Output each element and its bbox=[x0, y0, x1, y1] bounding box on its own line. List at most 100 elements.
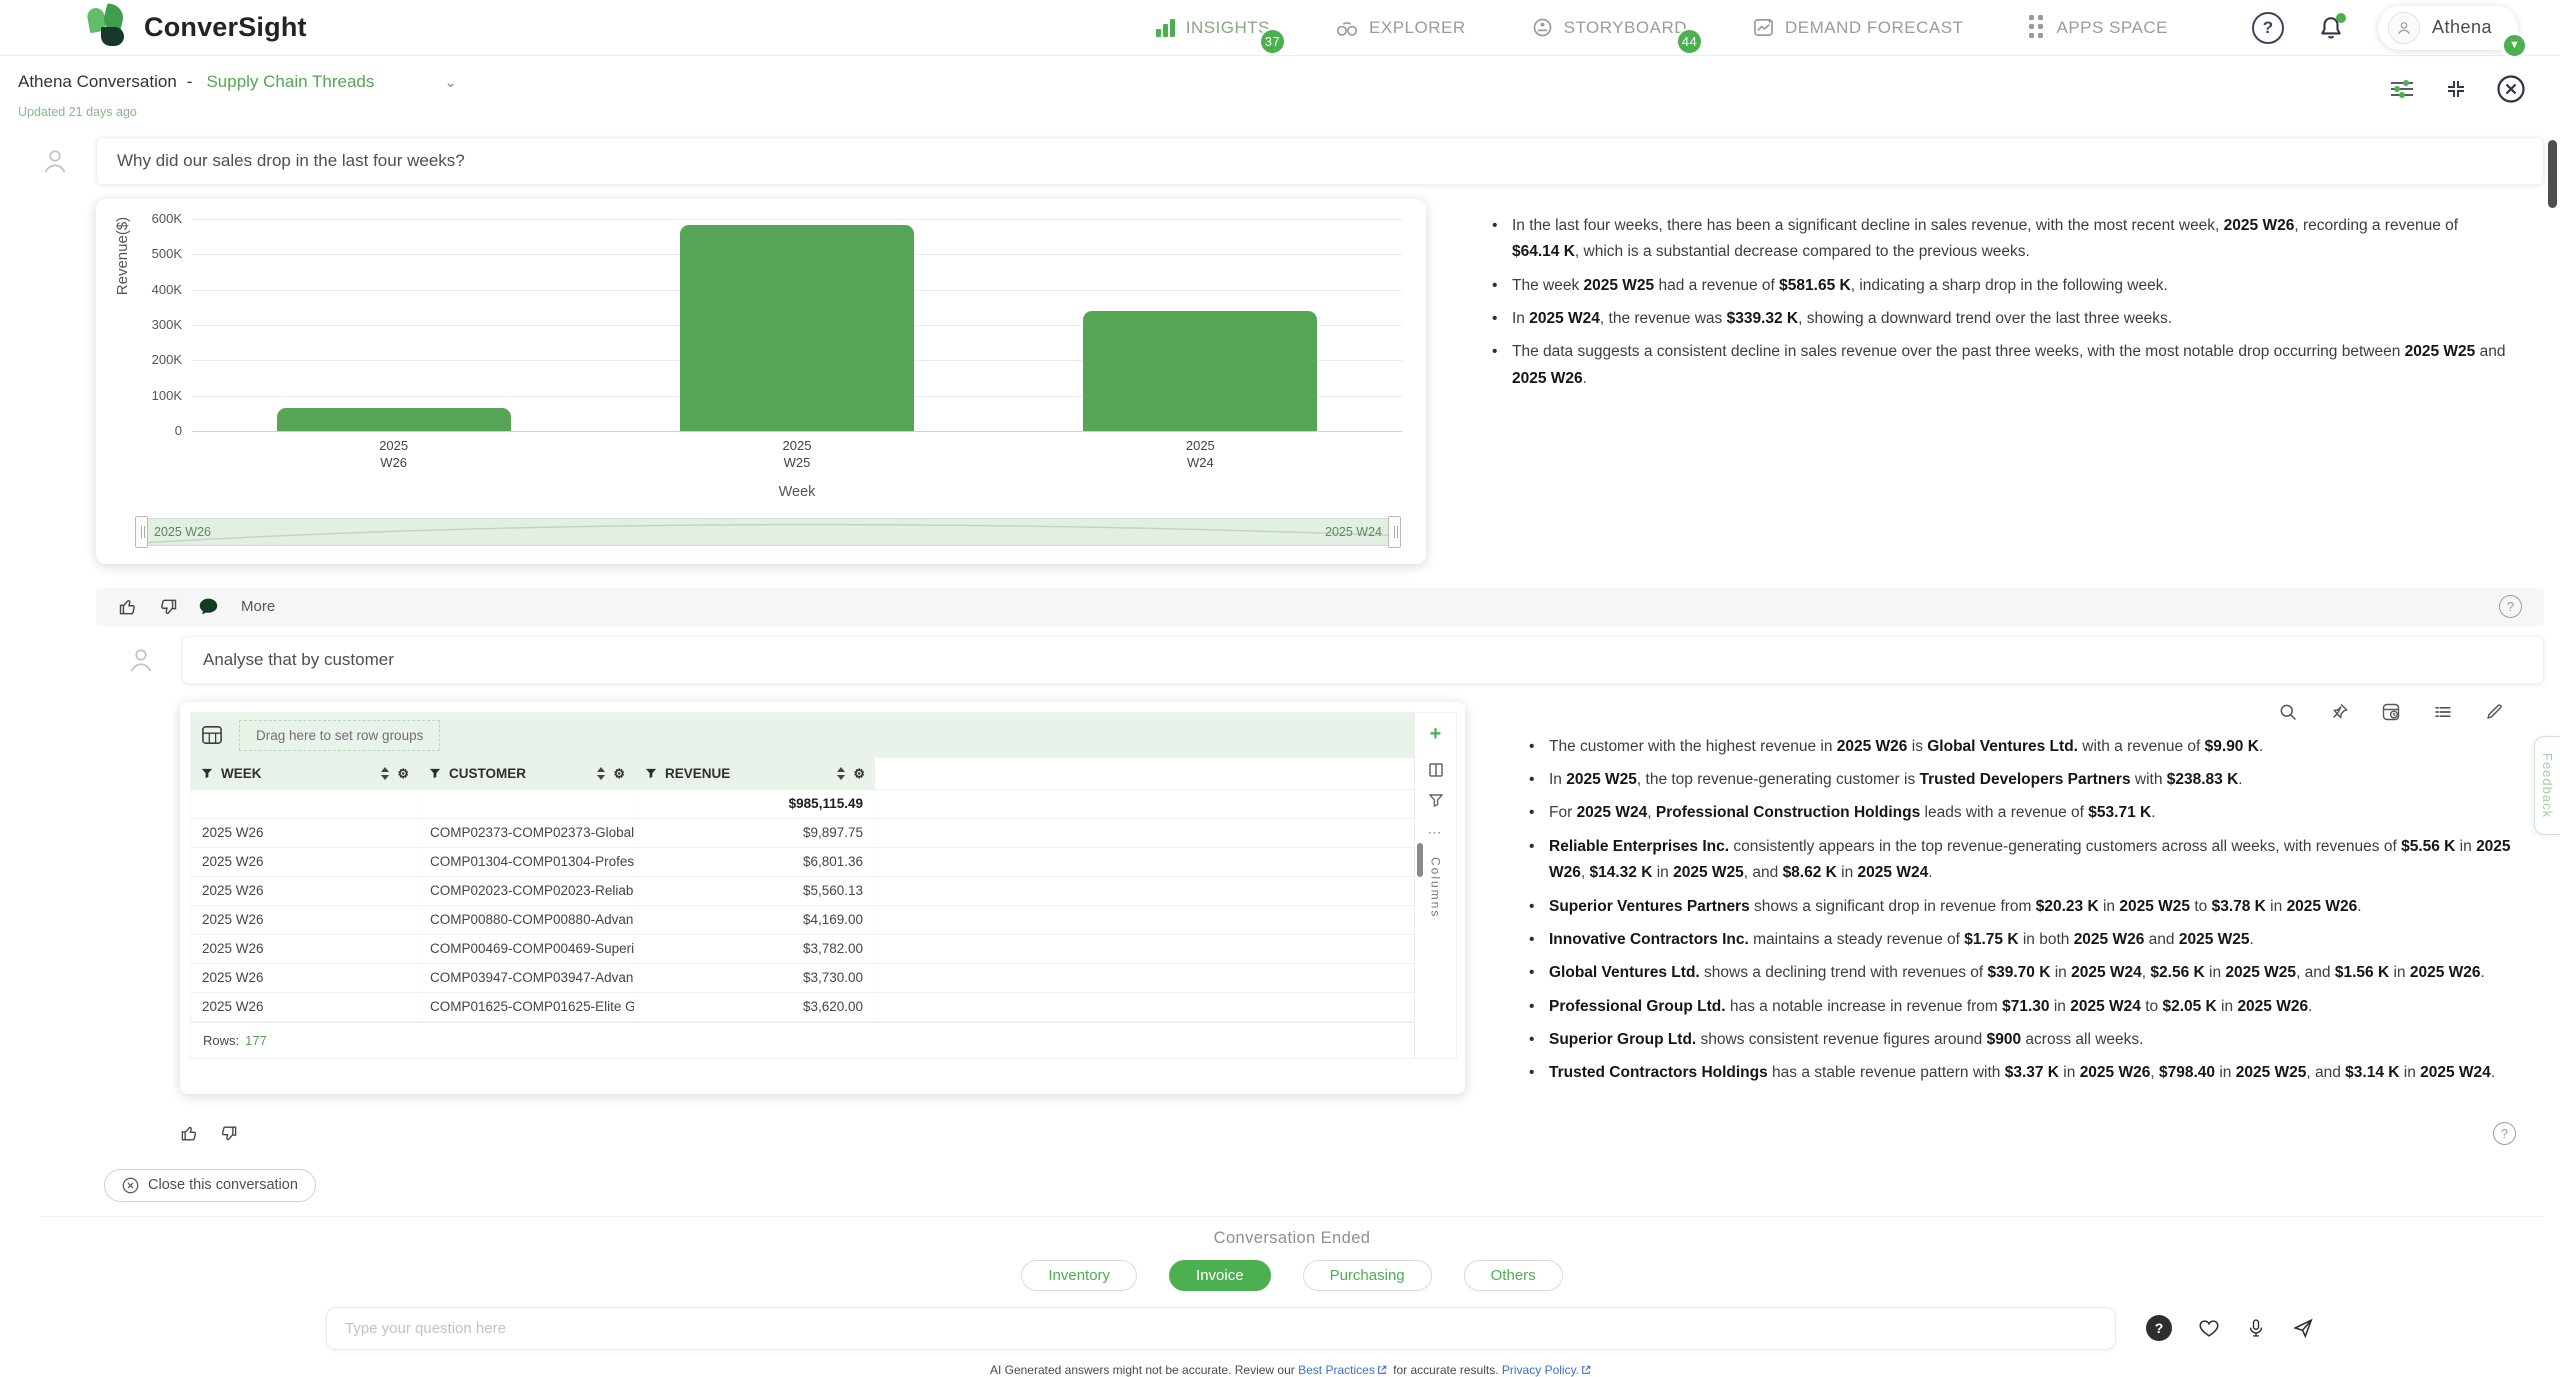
filter-settings-icon[interactable] bbox=[2388, 77, 2416, 101]
page-title: Athena Conversation bbox=[18, 72, 177, 92]
list-view-icon[interactable] bbox=[2433, 702, 2453, 722]
y-tick-label: 100K bbox=[130, 388, 182, 403]
thumbs-up-icon[interactable] bbox=[118, 597, 138, 617]
sort-control[interactable] bbox=[837, 767, 845, 780]
row-group-drop-zone[interactable]: Drag here to set row groups bbox=[191, 713, 1414, 758]
slider-area-curve bbox=[139, 519, 1397, 545]
column-menu-icon[interactable]: ⚙ bbox=[613, 766, 625, 782]
heart-icon[interactable] bbox=[2198, 1317, 2220, 1339]
x-axis-label: Week bbox=[192, 484, 1402, 500]
table-row[interactable]: 2025 W26COMP01304-COMP01304-Profes...$6,… bbox=[191, 848, 1414, 877]
nav-item-apps-space[interactable]: APPS SPACE bbox=[2029, 15, 2167, 40]
thread-selector[interactable]: Supply Chain Threads bbox=[206, 72, 374, 92]
chip-purchasing[interactable]: Purchasing bbox=[1303, 1260, 1432, 1291]
nav-right-cluster: ? Athena ▼ bbox=[2252, 6, 2518, 50]
bar-chart: Revenue($) 600K500K400K300K200K100K0 bbox=[192, 219, 1402, 431]
table-icon bbox=[201, 725, 223, 745]
table-row[interactable]: 2025 W26COMP01625-COMP01625-Elite G...$3… bbox=[191, 993, 1414, 1022]
table-row[interactable]: 2025 W26COMP03947-COMP03947-Advan...$3,7… bbox=[191, 964, 1414, 993]
thumbs-down-icon[interactable] bbox=[219, 1124, 238, 1143]
question-input[interactable] bbox=[326, 1307, 2116, 1350]
answer-info-icon[interactable]: ? bbox=[2499, 595, 2522, 618]
sort-control[interactable] bbox=[381, 767, 389, 780]
disclaimer: AI Generated answers might not be accura… bbox=[40, 1363, 2544, 1377]
table-cell: 2025 W26 bbox=[191, 906, 419, 934]
sort-control[interactable] bbox=[597, 767, 605, 780]
slider-handle-right[interactable] bbox=[1388, 516, 1401, 548]
column-menu-icon[interactable]: ⚙ bbox=[397, 766, 409, 782]
filters-panel-icon[interactable] bbox=[1429, 794, 1443, 808]
nav-item-demand-forecast[interactable]: DEMAND FORECAST bbox=[1753, 17, 1963, 38]
overflow-menu-icon[interactable]: ⋯ bbox=[1428, 824, 1444, 841]
chip-inventory[interactable]: Inventory bbox=[1021, 1260, 1137, 1291]
help-icon[interactable]: ? bbox=[2252, 12, 2284, 44]
user-profile-button[interactable]: Athena ▼ bbox=[2378, 6, 2518, 50]
revenue-bar[interactable] bbox=[680, 225, 914, 431]
more-button[interactable]: More bbox=[241, 598, 275, 615]
grid-scrollbar[interactable] bbox=[1417, 843, 1423, 877]
brand[interactable]: ConverSight bbox=[86, 5, 307, 51]
column-menu-icon[interactable]: ⚙ bbox=[853, 766, 865, 782]
table-row[interactable]: 2025 W26COMP00469-COMP00469-Superi...$3,… bbox=[191, 935, 1414, 964]
thumbs-up-icon[interactable] bbox=[180, 1124, 199, 1143]
chart-range-slider[interactable]: 2025 W26 2025 W24 bbox=[138, 518, 1398, 546]
external-link-icon bbox=[1377, 1365, 1387, 1375]
revenue-bar[interactable] bbox=[277, 408, 511, 431]
nav-item-explorer[interactable]: EXPLORER bbox=[1336, 18, 1466, 38]
table-row[interactable]: 2025 W26COMP02023-COMP02023-Reliab...$5,… bbox=[191, 877, 1414, 906]
columns-panel-label[interactable]: Columns bbox=[1429, 857, 1443, 918]
add-panel-icon[interactable]: + bbox=[1430, 723, 1442, 746]
edit-icon[interactable] bbox=[2485, 702, 2504, 721]
x-tick-label: 2025W25 bbox=[595, 438, 998, 472]
collapse-icon[interactable] bbox=[2444, 77, 2468, 101]
columns-panel-icon[interactable] bbox=[1428, 762, 1444, 778]
feedback-tab[interactable]: Feedback bbox=[2534, 736, 2560, 835]
close-circle-icon bbox=[122, 1177, 139, 1194]
notifications-button[interactable] bbox=[2318, 15, 2344, 41]
column-header-revenue[interactable]: REVENUE ⚙ bbox=[635, 758, 875, 790]
best-practices-link[interactable]: Best Practices bbox=[1298, 1363, 1375, 1377]
microphone-icon[interactable] bbox=[2246, 1317, 2266, 1339]
nav-item-storyboard[interactable]: STORYBOARD 44 bbox=[1532, 17, 1687, 38]
close-conversation-icon[interactable] bbox=[2496, 74, 2526, 104]
chevron-down-icon[interactable]: ⌄ bbox=[444, 73, 457, 91]
page-scrollbar[interactable] bbox=[2548, 140, 2557, 208]
y-tick-label: 600K bbox=[130, 211, 182, 226]
y-tick-label: 0 bbox=[130, 423, 182, 438]
bullet-item: In the last four weeks, there has been a… bbox=[1490, 213, 2508, 266]
answer-info-icon[interactable]: ? bbox=[2493, 1122, 2516, 1145]
data-quality-icon[interactable]: ? bbox=[2146, 1315, 2172, 1341]
apps-grid-icon bbox=[2029, 15, 2045, 40]
updated-timestamp: Updated 21 days ago bbox=[18, 105, 2530, 119]
conversight-logo-icon bbox=[86, 5, 132, 51]
pin-icon[interactable] bbox=[2330, 702, 2349, 721]
close-conversation-button[interactable]: Close this conversation bbox=[104, 1169, 316, 1202]
bullet-item: Innovative Contractors Inc. maintains a … bbox=[1527, 927, 2512, 953]
table-row[interactable]: 2025 W26COMP02373-COMP02373-Global...$9,… bbox=[191, 819, 1414, 848]
rows-count: 177 bbox=[245, 1033, 267, 1048]
brand-name: ConverSight bbox=[144, 12, 307, 43]
y-tick-label: 200K bbox=[130, 352, 182, 367]
table-cell: $3,620.00 bbox=[635, 993, 875, 1021]
y-tick-label: 400K bbox=[130, 282, 182, 297]
scheduled-report-icon[interactable] bbox=[2381, 702, 2401, 722]
revenue-bar[interactable] bbox=[1083, 311, 1317, 431]
thumbs-down-icon[interactable] bbox=[158, 597, 178, 617]
chip-invoice[interactable]: Invoice bbox=[1169, 1260, 1271, 1291]
bullet-item: Reliable Enterprises Inc. consistently a… bbox=[1527, 834, 2512, 887]
slider-handle-left[interactable] bbox=[135, 516, 148, 548]
chip-others[interactable]: Others bbox=[1464, 1260, 1563, 1291]
bullet-item: Professional Group Ltd. has a notable in… bbox=[1527, 994, 2512, 1020]
revenue-bar-chart-card: Revenue($) 600K500K400K300K200K100K0 202… bbox=[96, 199, 1426, 564]
nav-item-insights[interactable]: INSIGHTS 37 bbox=[1156, 18, 1270, 38]
column-header-customer[interactable]: CUSTOMER ⚙ bbox=[419, 758, 635, 790]
table-row[interactable]: 2025 W26COMP00880-COMP00880-Advan...$4,1… bbox=[191, 906, 1414, 935]
answer-1-summary: In the last four weeks, there has been a… bbox=[1426, 199, 2544, 564]
comment-bubble-icon[interactable] bbox=[198, 596, 219, 617]
privacy-policy-link[interactable]: Privacy Policy. bbox=[1502, 1363, 1579, 1377]
send-icon[interactable] bbox=[2292, 1317, 2314, 1339]
answer-2: Drag here to set row groups WEEK ⚙ CUSTO… bbox=[40, 702, 2544, 1094]
column-header-week[interactable]: WEEK ⚙ bbox=[191, 758, 419, 790]
user-icon bbox=[40, 146, 70, 176]
search-icon[interactable] bbox=[2278, 702, 2298, 722]
